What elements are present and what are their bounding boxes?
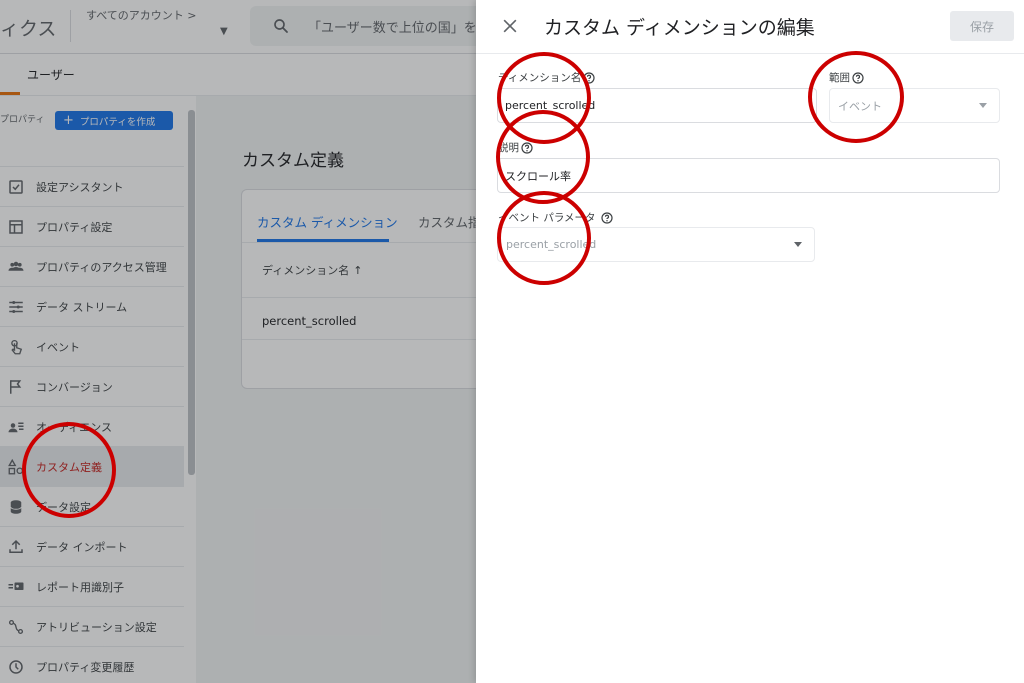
modal-scrim[interactable] (0, 0, 476, 683)
field-label-text: イベント パラメータ (498, 212, 596, 224)
chevron-down-icon (794, 242, 802, 247)
scope-label: 範囲 (829, 70, 864, 85)
drawer-title: カスタム ディメンションの編集 (544, 17, 815, 39)
field-label-text: ディメンション名 (498, 72, 582, 84)
event-parameter-label: イベント パラメータ (498, 210, 613, 225)
event-parameter-select[interactable]: percent_scrolled (497, 227, 815, 262)
scope-select[interactable]: イベント (829, 88, 1000, 123)
field-label-text: 説明 (498, 142, 519, 154)
dimension-name-field[interactable]: percent_scrolled (497, 88, 817, 123)
help-icon[interactable] (852, 71, 864, 84)
chevron-down-icon (979, 103, 987, 108)
help-icon[interactable] (521, 141, 533, 154)
save-button[interactable]: 保存 (950, 11, 1014, 41)
close-icon[interactable] (500, 16, 520, 36)
help-icon[interactable] (600, 211, 613, 224)
description-field[interactable]: スクロール率 (497, 158, 1000, 193)
scope-value: イベント (838, 99, 882, 113)
edit-dimension-drawer: カスタム ディメンションの編集 保存 ディメンション名 percent_scro… (476, 0, 1024, 683)
field-label-text: 範囲 (829, 72, 850, 84)
dimension-name-label: ディメンション名 (498, 70, 595, 85)
help-icon[interactable] (583, 71, 595, 84)
description-label: 説明 (498, 140, 533, 155)
drawer-header: カスタム ディメンションの編集 保存 (476, 0, 1024, 54)
event-parameter-value: percent_scrolled (506, 238, 597, 251)
